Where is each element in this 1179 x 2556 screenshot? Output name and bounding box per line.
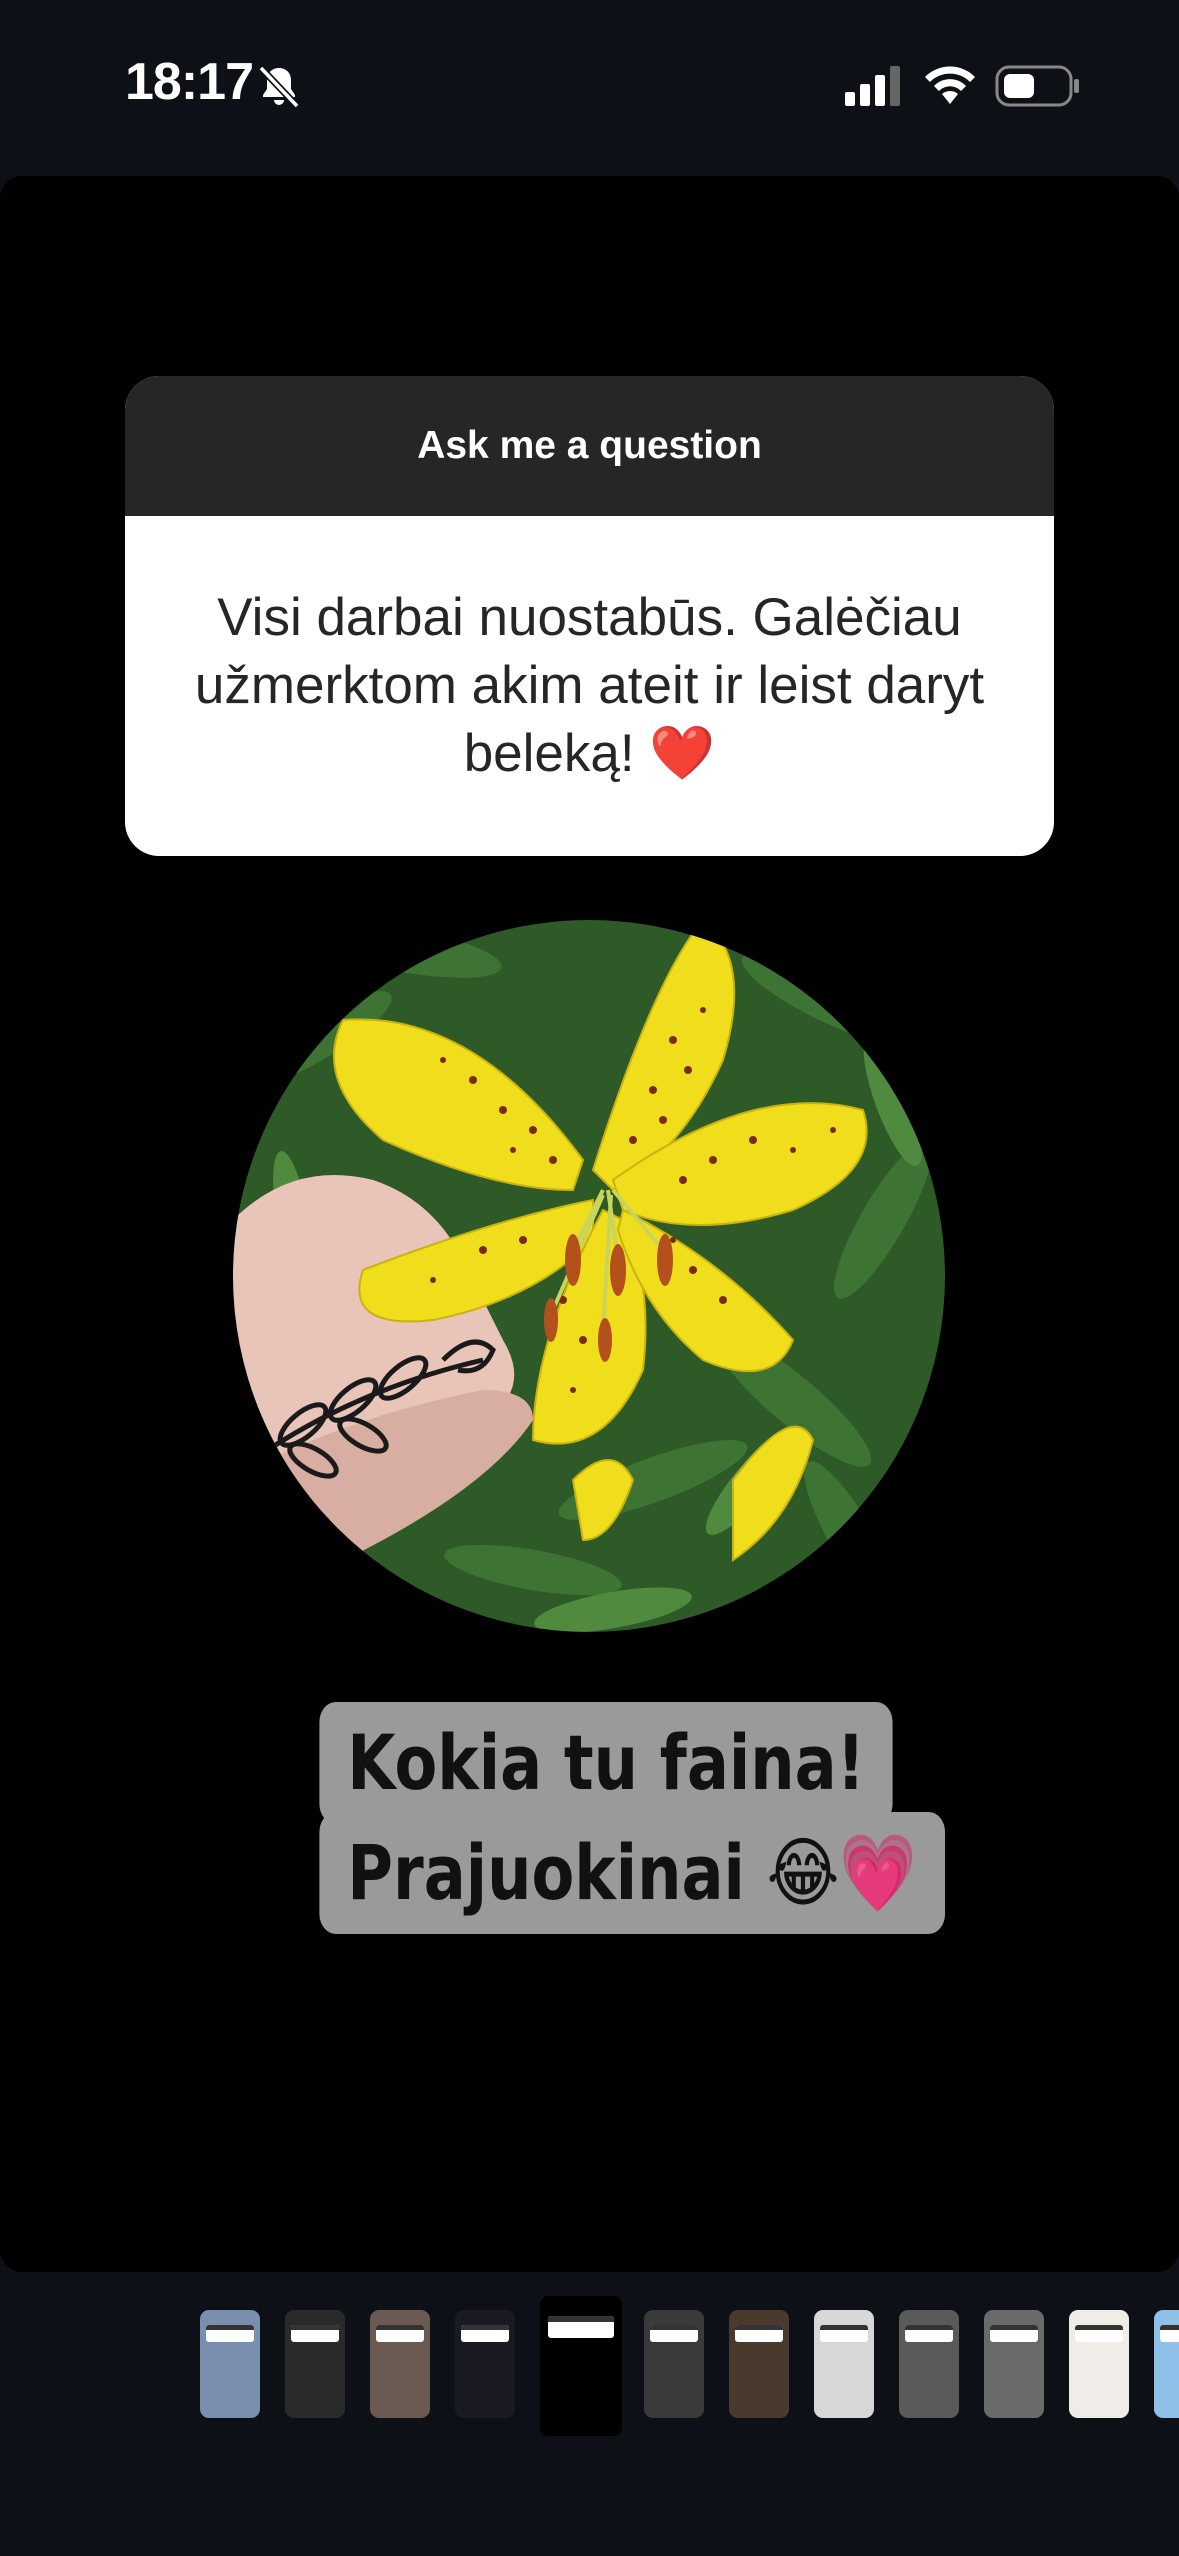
thumbnail-question-card bbox=[548, 2315, 614, 2338]
bell-slash-icon bbox=[258, 65, 300, 109]
story-thumbnail[interactable] bbox=[285, 2310, 345, 2418]
thumbnail-question-card bbox=[905, 2325, 953, 2343]
story-thumbnail[interactable] bbox=[899, 2310, 959, 2418]
thumbnail-question-card bbox=[1075, 2325, 1123, 2343]
story-thumbnail[interactable] bbox=[1069, 2310, 1129, 2418]
story-canvas[interactable]: Ask me a question Visi darbai nuostabūs.… bbox=[0, 176, 1179, 2272]
status-time: 18:17 bbox=[125, 53, 254, 111]
reply-line-1: Kokia tu faina! bbox=[319, 1702, 893, 1824]
story-thumbnail[interactable] bbox=[644, 2310, 704, 2418]
story-thumbnail[interactable] bbox=[984, 2310, 1044, 2418]
story-thumbnail[interactable] bbox=[540, 2296, 622, 2436]
reply-text-overlay: Kokia tu faina! Prajuokinai 😂💗 bbox=[319, 1702, 945, 1934]
cellular-signal-icon bbox=[845, 66, 900, 106]
story-thumbnail-strip bbox=[0, 2290, 1179, 2450]
thumbnail-question-card bbox=[1160, 2325, 1179, 2343]
question-sticker-header: Ask me a question bbox=[125, 376, 1054, 516]
question-sticker: Ask me a question Visi darbai nuostabūs.… bbox=[125, 376, 1054, 856]
thumbnail-question-card bbox=[206, 2325, 254, 2343]
status-bar: 18:17 bbox=[0, 0, 1179, 170]
thumbnail-question-card bbox=[735, 2325, 783, 2343]
thumbnail-question-card bbox=[650, 2325, 698, 2343]
reply-line-2: Prajuokinai 😂💗 bbox=[319, 1812, 945, 1934]
thumbnail-question-card bbox=[990, 2325, 1038, 2343]
story-thumbnail[interactable] bbox=[729, 2310, 789, 2418]
story-thumbnail[interactable] bbox=[814, 2310, 874, 2418]
thumbnail-question-card bbox=[291, 2325, 339, 2343]
story-thumbnail[interactable] bbox=[455, 2310, 515, 2418]
wifi-icon bbox=[925, 66, 975, 104]
thumbnail-question-card bbox=[376, 2325, 424, 2343]
story-thumbnail[interactable] bbox=[200, 2310, 260, 2418]
lily-photo bbox=[233, 920, 945, 1632]
story-thumbnail[interactable] bbox=[370, 2310, 430, 2418]
battery-icon bbox=[995, 65, 1079, 107]
story-thumbnail[interactable] bbox=[1154, 2310, 1179, 2418]
thumbnail-question-card bbox=[461, 2325, 509, 2343]
question-text: Visi darbai nuostabūs. Galėčiau užmerkto… bbox=[194, 588, 985, 783]
thumbnail-question-card bbox=[820, 2325, 868, 2343]
